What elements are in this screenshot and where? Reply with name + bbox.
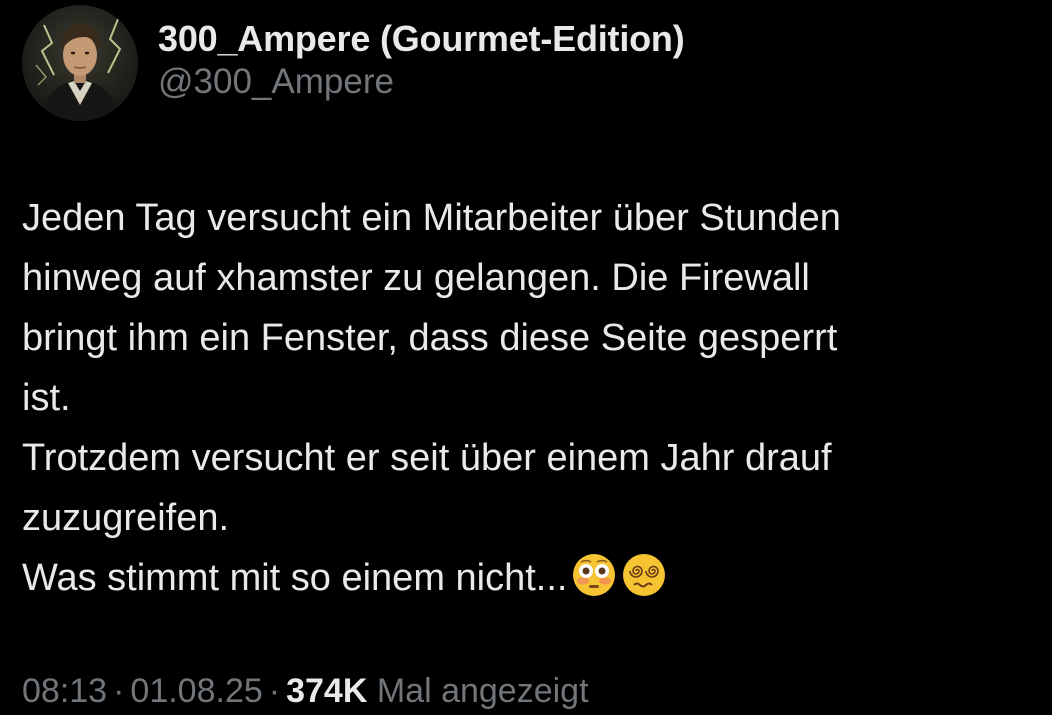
meta-separator: · — [113, 672, 125, 710]
tweet-text: Jeden Tag versucht ein Mitarbeiter über … — [22, 188, 1022, 608]
tweet-time[interactable]: 08:13 — [22, 672, 107, 710]
views-count[interactable]: 374K — [286, 672, 367, 710]
tweet-date[interactable]: 01.08.25 — [130, 672, 262, 710]
tweet-text-line: zuzugreifen. — [22, 497, 230, 539]
views-label: Mal angezeigt — [376, 672, 589, 710]
tweet-text-line: ist. — [22, 377, 71, 419]
tweet-card: 300_Ampere (Gourmet-Edition) @300_Ampere… — [0, 0, 1052, 715]
tweet-meta: 08:13 · 01.08.25 · 374K Mal angezeigt — [22, 669, 589, 713]
tweet-text-line: hinweg auf xhamster zu gelangen. Die Fir… — [22, 257, 810, 299]
avatar[interactable] — [22, 5, 138, 121]
tweet-text-line: Was stimmt mit so einem nicht... — [22, 557, 568, 599]
tweet-text-line: Trotzdem versucht er seit über einem Jah… — [22, 437, 832, 479]
flushed-face-icon — [571, 552, 617, 598]
user-names: 300_Ampere (Gourmet-Edition) @300_Ampere — [158, 17, 685, 103]
user-handle[interactable]: @300_Ampere — [158, 61, 685, 103]
tweet-text-line: Jeden Tag versucht ein Mitarbeiter über … — [22, 197, 841, 239]
meta-separator: · — [268, 672, 281, 710]
display-name[interactable]: 300_Ampere (Gourmet-Edition) — [158, 17, 685, 61]
tweet-header: 300_Ampere (Gourmet-Edition) @300_Ampere — [22, 5, 685, 121]
tweet-text-line-last: Was stimmt mit so einem nicht... — [22, 548, 1022, 608]
face-with-spiral-eyes-icon — [621, 552, 667, 598]
tweet-text-line: bringt ihm ein Fenster, dass diese Seite… — [22, 317, 838, 359]
